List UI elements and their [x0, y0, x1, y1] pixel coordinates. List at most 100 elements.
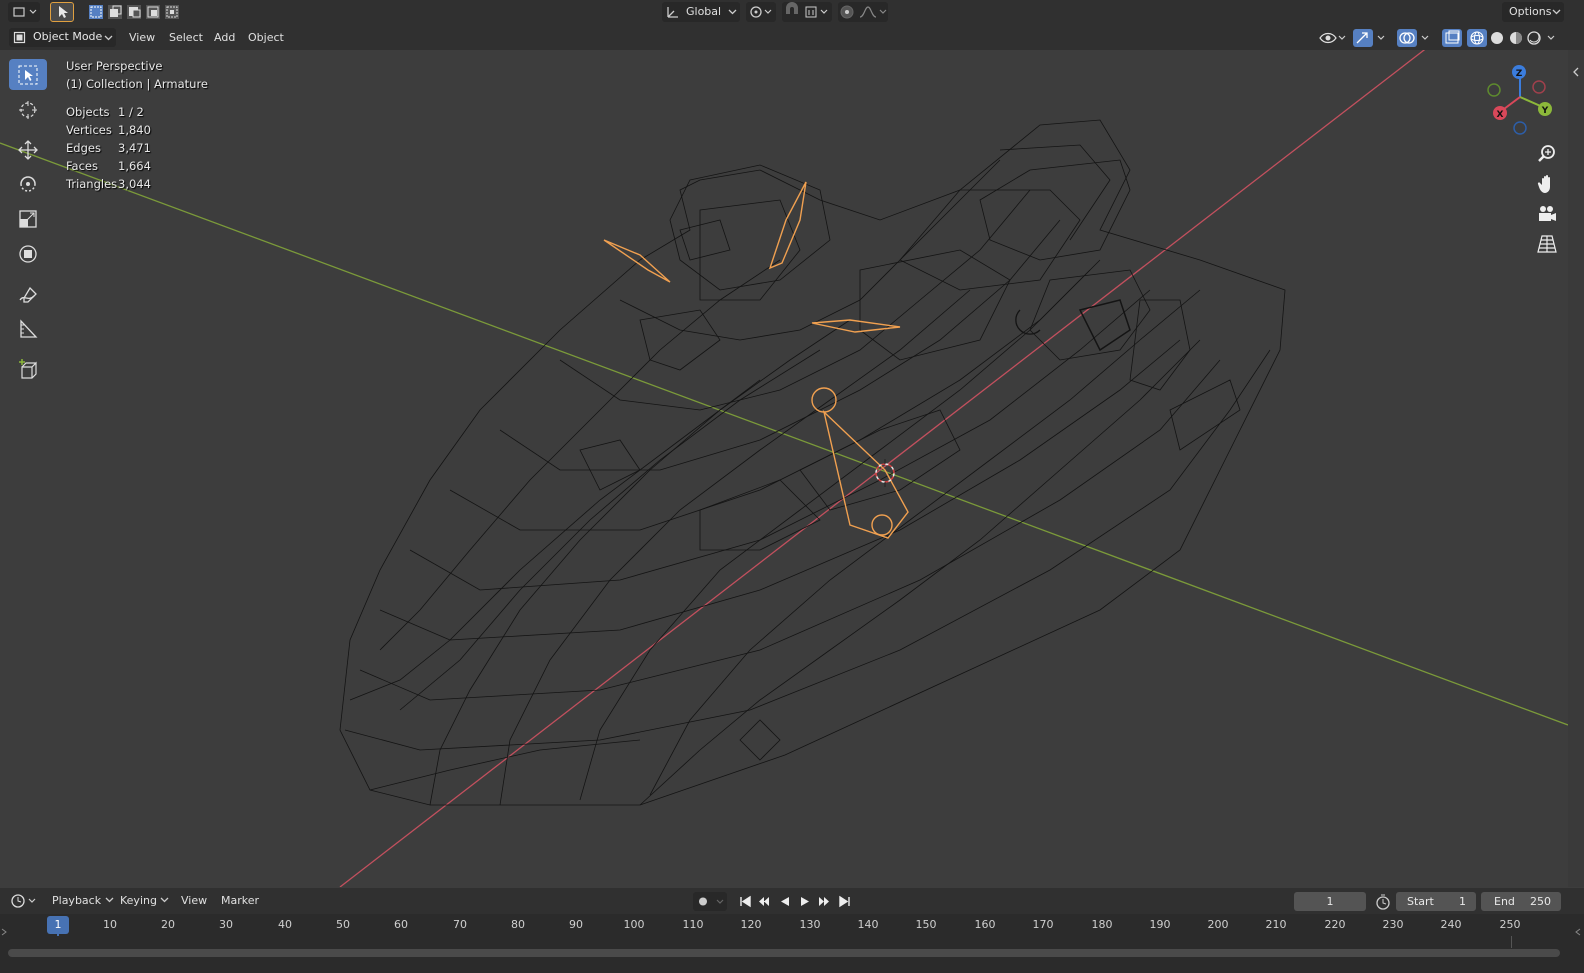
menu-marker[interactable]: Marker: [221, 894, 259, 907]
solid-sphere-icon[interactable]: [1491, 32, 1503, 44]
chevron-right-icon[interactable]: [0, 927, 8, 937]
chevron-down-icon: [160, 897, 169, 903]
ruler-label: 210: [1265, 918, 1287, 931]
gizmo-toggle[interactable]: [1352, 28, 1388, 48]
select-extend-icon[interactable]: [108, 5, 122, 19]
menu-playback-label: Playback: [52, 894, 102, 907]
start-frame-field[interactable]: Start 1: [1396, 892, 1476, 911]
visibility-dropdown[interactable]: [1318, 28, 1348, 48]
grid-perspective-icon: [1537, 235, 1557, 253]
y-axis-line: [0, 142, 1568, 726]
gizmo-x-label: X: [1497, 110, 1504, 120]
select-invert-icon[interactable]: [146, 5, 160, 19]
pencil-icon: [19, 286, 37, 303]
rotate-tool[interactable]: [9, 168, 47, 199]
ruler-icon: [20, 319, 38, 338]
gizmo-neg-z-axis[interactable]: [1513, 121, 1527, 135]
scale-tool[interactable]: [9, 203, 47, 234]
end-frame-field[interactable]: End 250: [1481, 892, 1561, 911]
menu-playback[interactable]: Playback: [52, 894, 114, 907]
pan-button[interactable]: [1535, 172, 1559, 196]
ruler-label: 80: [511, 918, 525, 931]
menu-timeline-view[interactable]: View: [181, 894, 207, 907]
xray-toggle[interactable]: [1441, 28, 1463, 48]
select-box-icon: [18, 65, 38, 85]
bone-left-handle[interactable]: [603, 239, 671, 283]
bone-right-handle[interactable]: [811, 319, 901, 333]
gizmo-neg-x-axis[interactable]: [1532, 80, 1546, 94]
select-tool-button[interactable]: [50, 2, 74, 22]
ruler-label: 90: [569, 918, 583, 931]
jetski-wireframe: [339, 119, 1286, 806]
bone-root-tail[interactable]: [871, 514, 893, 536]
object-mode-dropdown[interactable]: Object Mode: [9, 28, 116, 47]
preview-range-icon[interactable]: [1374, 893, 1392, 911]
jump-start-button[interactable]: [740, 895, 751, 908]
bone-steering[interactable]: [768, 181, 807, 270]
active-object-label: (1) Collection | Armature: [66, 77, 209, 91]
current-frame-field[interactable]: 1: [1294, 892, 1366, 911]
select-set-icon[interactable]: [89, 5, 103, 19]
start-frame-value: 1: [1459, 895, 1466, 908]
pivot-icon: [750, 6, 772, 18]
move-tool[interactable]: [9, 134, 47, 165]
stat-value-objects: 1 / 2: [118, 105, 144, 119]
3d-viewport[interactable]: Z Y X User Perspective (1) Collection | …: [0, 50, 1568, 887]
ruler-label: 30: [219, 918, 233, 931]
select-intersect-icon[interactable]: [165, 5, 179, 19]
stat-label-faces: Faces: [66, 159, 98, 173]
chevron-down-icon: [728, 9, 737, 15]
ruler-label: 220: [1324, 918, 1346, 931]
ruler-label: 150: [915, 918, 937, 931]
next-keyframe-button[interactable]: [819, 897, 829, 906]
play-button[interactable]: [801, 897, 809, 906]
measure-tool[interactable]: [9, 313, 47, 344]
ruler-label: 50: [336, 918, 350, 931]
rendered-sphere-icon[interactable]: [1527, 31, 1541, 45]
menu-add[interactable]: Add: [208, 29, 241, 47]
stat-label-objects: Objects: [66, 105, 110, 119]
pivot-point-dropdown[interactable]: [746, 2, 776, 22]
ruler-label: 190: [1149, 918, 1171, 931]
camera-view-button[interactable]: [1535, 202, 1559, 226]
select-subtract-icon[interactable]: [127, 5, 141, 19]
ruler-label: 40: [278, 918, 292, 931]
stat-value-edges: 3,471: [118, 141, 151, 155]
top-header: Global Options: [0, 0, 1584, 25]
menu-keying[interactable]: Keying: [120, 894, 169, 907]
gizmo-neg-y-axis[interactable]: [1487, 83, 1501, 97]
ruler-label: 20: [161, 918, 175, 931]
ruler-label: 160: [974, 918, 996, 931]
overlays-toggle[interactable]: [1396, 28, 1432, 48]
ortho-toggle-button[interactable]: [1535, 232, 1559, 256]
transform-tool[interactable]: [9, 238, 47, 269]
auto-keying-button[interactable]: [693, 892, 727, 911]
editor-type-button[interactable]: [8, 2, 40, 22]
menu-object[interactable]: Object: [242, 29, 290, 47]
cursor-tool[interactable]: [9, 94, 47, 125]
snapping-group[interactable]: [782, 2, 832, 22]
transform-orientation-dropdown[interactable]: Global: [662, 2, 740, 22]
options-dropdown[interactable]: Options: [1502, 2, 1564, 22]
ruler-label: 60: [394, 918, 408, 931]
annotate-tool[interactable]: [9, 278, 47, 309]
ruler-label: 120: [740, 918, 762, 931]
material-sphere-icon[interactable]: [1510, 32, 1522, 44]
chevron-left-icon[interactable]: [1574, 927, 1582, 937]
stat-value-vertices: 1,840: [118, 123, 151, 137]
proportional-editing-group[interactable]: [838, 2, 888, 22]
zoom-button[interactable]: [1535, 142, 1559, 166]
menu-view[interactable]: View: [123, 29, 161, 47]
jump-end-button[interactable]: [839, 895, 850, 908]
play-reverse-button[interactable]: [781, 897, 789, 906]
select-box-tool[interactable]: [9, 59, 47, 90]
end-frame-value: 250: [1530, 895, 1551, 908]
menu-select[interactable]: Select: [163, 29, 209, 47]
timeline-editor-type-button[interactable]: [8, 892, 40, 910]
ruler-label: 240: [1440, 918, 1462, 931]
prev-keyframe-button[interactable]: [759, 897, 769, 906]
sidebar-collapsed-strip[interactable]: [1568, 50, 1584, 887]
timeline-scrollbar[interactable]: [8, 949, 1560, 957]
add-cube-tool[interactable]: [9, 353, 47, 384]
ruler-label: 70: [453, 918, 467, 931]
